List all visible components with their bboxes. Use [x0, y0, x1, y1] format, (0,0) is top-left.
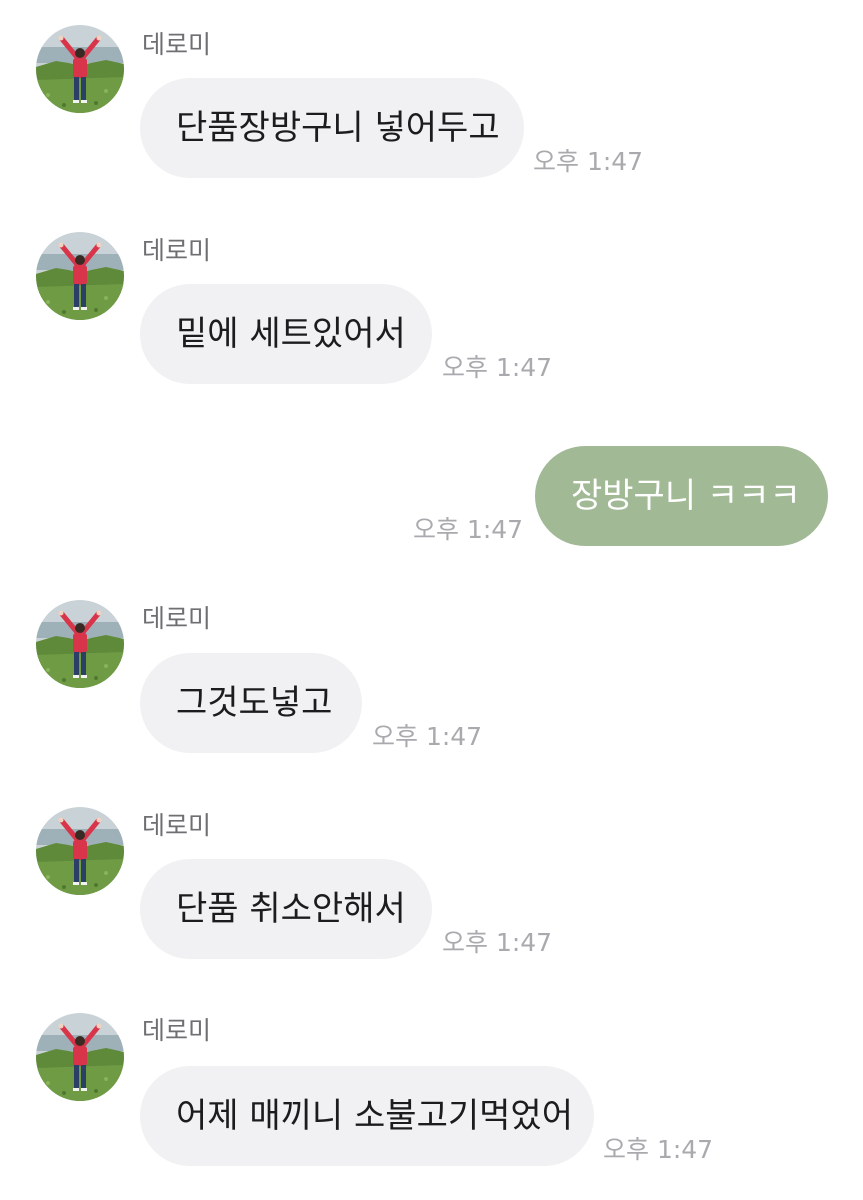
message-text: 밑에 세트있어서	[176, 314, 406, 354]
message-timestamp: 오후 1:47	[533, 147, 644, 176]
message-bubble[interactable]: 단품장방구니 넣어두고	[140, 78, 524, 178]
sender-name: 데로미	[142, 811, 212, 840]
profile-photo-icon[interactable]	[36, 600, 124, 688]
message-text: 단품장방구니 넣어두고	[176, 108, 500, 148]
profile-photo-icon[interactable]	[36, 807, 124, 895]
sender-name: 데로미	[142, 1016, 212, 1045]
message-timestamp: 오후 1:47	[442, 353, 553, 382]
message-timestamp: 오후 1:47	[413, 515, 524, 544]
message-bubble[interactable]: 그것도넣고	[140, 653, 362, 753]
message-timestamp: 오후 1:47	[603, 1135, 714, 1164]
sender-name: 데로미	[142, 236, 212, 265]
message-bubble[interactable]: 어제 매끼니 소불고기먹었어	[140, 1066, 594, 1166]
message-text: 어제 매끼니 소불고기먹었어	[176, 1096, 573, 1136]
message-timestamp: 오후 1:47	[442, 928, 553, 957]
message-text: 그것도넣고	[176, 683, 333, 723]
message-bubble[interactable]: 밑에 세트있어서	[140, 284, 432, 384]
sender-name: 데로미	[142, 30, 212, 59]
profile-photo-icon[interactable]	[36, 1013, 124, 1101]
profile-photo-icon[interactable]	[36, 232, 124, 320]
message-text: 단품 취소안해서	[176, 889, 406, 929]
profile-photo-icon[interactable]	[36, 25, 124, 113]
sender-name: 데로미	[142, 604, 212, 633]
message-bubble[interactable]: 장방구니 ㅋㅋㅋ	[535, 446, 828, 546]
message-bubble[interactable]: 단품 취소안해서	[140, 859, 432, 959]
message-text: 장방구니 ㅋㅋㅋ	[571, 476, 801, 516]
message-timestamp: 오후 1:47	[372, 722, 483, 751]
